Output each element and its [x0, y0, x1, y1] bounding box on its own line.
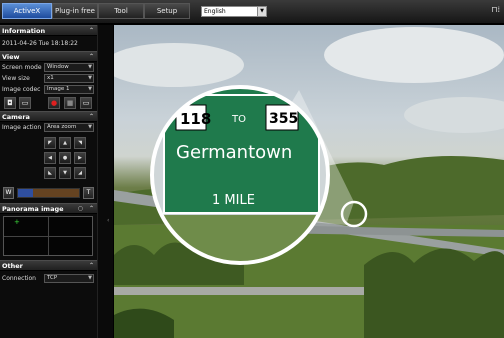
cloud	[114, 43, 244, 87]
collapse-icon[interactable]: ⌃	[89, 261, 94, 271]
panorama-refresh-icon[interactable]: ○	[78, 204, 83, 214]
view-section-header[interactable]: View ⌃	[0, 51, 97, 62]
pan-right-button[interactable]: ▶	[74, 152, 86, 164]
tab-plugin-free[interactable]: Plug-in free	[52, 3, 98, 19]
record-folder-button[interactable]: ▭	[80, 97, 92, 109]
view-size-row: View size x1 ▼	[0, 73, 97, 84]
sign-distance: 1 MILE	[212, 193, 255, 208]
other-section-header[interactable]: Other ⌃	[0, 260, 97, 271]
stop-button[interactable]: ■	[64, 97, 76, 109]
image-action-value: Area zoom	[47, 124, 77, 130]
top-toolbar: ActiveX Plug-in free Tool Setup English …	[0, 0, 504, 24]
control-panel: Information ⌃ 2011-04-26 Tue 18:18:22 Vi…	[0, 25, 97, 338]
chevron-down-icon: ▼	[88, 75, 92, 81]
camera-scene: EXITS 15 118 TO 355 Germantown 1 MILE	[114, 27, 504, 338]
pan-up-right-button[interactable]: ◥	[74, 137, 86, 149]
screen-mode-value: Window	[47, 64, 69, 70]
connection-row: Connection TCP ▼	[0, 273, 97, 284]
tab-setup[interactable]: Setup	[144, 3, 190, 19]
connection-label: Connection	[2, 275, 36, 282]
image-codec-value: Image 1	[47, 86, 70, 92]
record-button[interactable]: ●	[48, 97, 60, 109]
tab-tool[interactable]: Tool	[98, 3, 144, 19]
video-folder-icon: ▭	[82, 99, 90, 107]
pan-down-left-button[interactable]: ◣	[44, 167, 56, 179]
datetime-display: 2011-04-26 Tue 18:18:22	[2, 40, 78, 47]
route-shield-left: 118	[180, 110, 211, 128]
collapse-icon[interactable]: ⌃	[89, 26, 94, 36]
menu-icon[interactable]: ⁞	[497, 5, 500, 14]
section-title: Panorama image	[2, 205, 64, 213]
collapse-icon[interactable]: ⌃	[89, 112, 94, 122]
ptz-pad: ◤ ▲ ◥ ◀ ● ▶ ◣ ▼ ◢	[0, 133, 97, 185]
position-marker-icon: +	[14, 218, 20, 226]
view-size-select[interactable]: x1 ▼	[44, 74, 94, 83]
screen-mode-select[interactable]: Window ▼	[44, 63, 94, 72]
cloud	[404, 97, 504, 133]
chevron-down-icon: ▼	[88, 64, 92, 70]
language-value: English	[204, 8, 226, 15]
image-codec-label: Image codec	[2, 86, 41, 93]
snapshot-button[interactable]: ◘	[4, 97, 16, 109]
section-title: Camera	[2, 113, 30, 121]
section-title: Other	[2, 262, 23, 270]
panorama-section-header[interactable]: Panorama image ○ ⌃	[0, 203, 97, 214]
chevron-left-icon[interactable]: ‹	[107, 217, 109, 224]
view-size-label: View size	[2, 75, 30, 82]
image-action-label: Image action	[2, 124, 42, 131]
zoom-control: W T	[0, 185, 97, 203]
pan-home-button[interactable]: ●	[59, 152, 71, 164]
folder-icon: ▭	[21, 99, 29, 107]
record-icon: ●	[50, 99, 58, 107]
zoom-wide-button[interactable]: W	[3, 187, 14, 199]
chevron-down-icon: ▼	[88, 275, 92, 281]
zoom-slider[interactable]	[17, 188, 80, 198]
camera-icon: ◘	[7, 99, 13, 107]
collapse-icon[interactable]: ⌃	[89, 52, 94, 62]
panorama-image[interactable]: +	[3, 216, 93, 256]
camera-section-header[interactable]: Camera ⌃	[0, 111, 97, 122]
pan-up-button[interactable]: ▲	[59, 137, 71, 149]
zoom-tele-button[interactable]: T	[83, 187, 94, 199]
screen-mode-label: Screen mode	[2, 64, 42, 71]
image-action-row: Image action Area zoom ▼	[0, 122, 97, 133]
chevron-down-icon: ▼	[257, 7, 266, 16]
image-action-select[interactable]: Area zoom ▼	[44, 123, 94, 132]
language-select[interactable]: English ▼	[201, 6, 267, 17]
section-title: View	[2, 53, 20, 61]
tab-activex[interactable]: ActiveX	[2, 3, 52, 19]
panel-collapse-bar[interactable]: ‹	[97, 25, 113, 338]
connection-select[interactable]: TCP ▼	[44, 274, 94, 283]
cloud	[324, 27, 504, 83]
pan-left-button[interactable]: ◀	[44, 152, 56, 164]
stop-icon: ■	[66, 99, 74, 107]
image-codec-row: Image codec Image 1 ▼	[0, 84, 97, 95]
pan-down-right-button[interactable]: ◢	[74, 167, 86, 179]
trees	[364, 248, 504, 338]
section-title: Information	[2, 27, 46, 35]
connection-value: TCP	[47, 275, 58, 281]
information-section-header[interactable]: Information ⌃	[0, 25, 97, 36]
panorama-grid-line	[4, 236, 92, 237]
view-size-value: x1	[47, 75, 54, 81]
header-icons: ⊓⁞	[491, 5, 500, 14]
chevron-down-icon: ▼	[88, 86, 92, 92]
collapse-icon[interactable]: ⌃	[89, 204, 94, 214]
pan-down-button[interactable]: ▼	[59, 167, 71, 179]
zoom-level-fill	[18, 189, 34, 197]
sign-to-text: TO	[231, 114, 246, 125]
pan-up-left-button[interactable]: ◤	[44, 137, 56, 149]
screen-mode-row: Screen mode Window ▼	[0, 62, 97, 73]
panorama-area: +	[0, 214, 97, 260]
sign-destination: Germantown	[176, 142, 292, 163]
image-codec-select[interactable]: Image 1 ▼	[44, 85, 94, 94]
chevron-down-icon: ▼	[88, 124, 92, 130]
live-video-view[interactable]: EXITS 15 118 TO 355 Germantown 1 MILE	[114, 25, 504, 338]
view-action-buttons: ◘ ▭ ● ■ ▭	[0, 95, 97, 111]
snapshot-folder-button[interactable]: ▭	[19, 97, 31, 109]
route-shield-right: 355	[269, 111, 298, 127]
